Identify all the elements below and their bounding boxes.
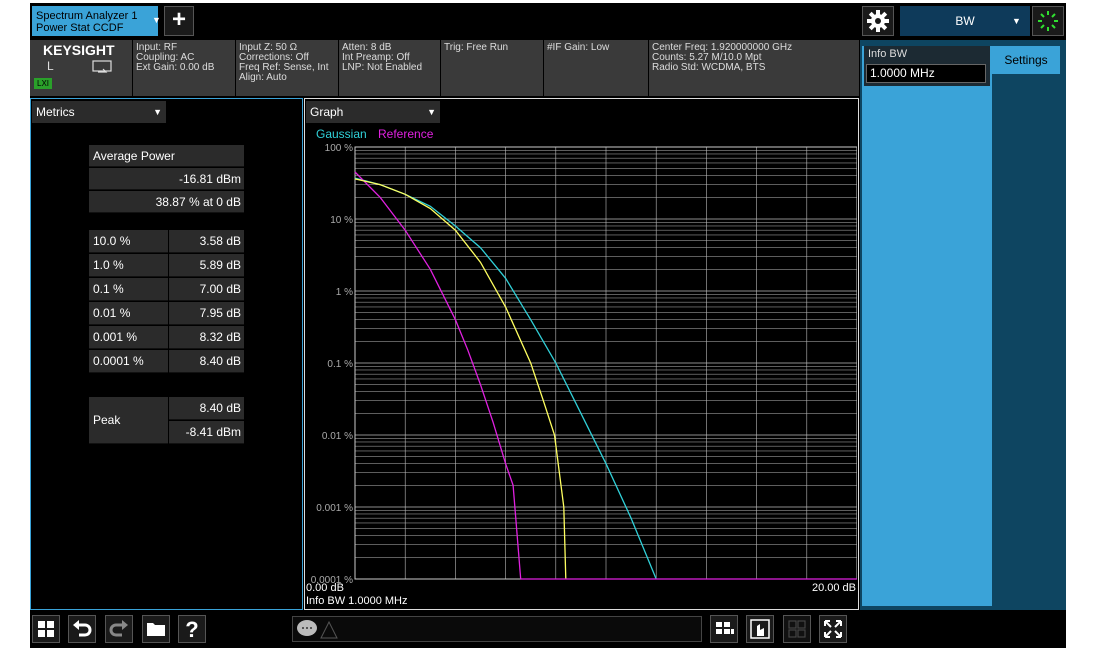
- y-tick-label: 0.01 %: [322, 431, 353, 442]
- help-icon[interactable]: ?: [178, 615, 206, 643]
- ccdf-row-db: 7.00 dB: [169, 278, 244, 301]
- metrics-dropdown-label: Metrics: [36, 105, 75, 119]
- maximize-icon[interactable]: [819, 615, 847, 643]
- metrics-panel: Metrics ▼ Average Power -16.81 dBm 38.87…: [30, 98, 303, 610]
- ccdf-plot[interactable]: 100 %10 %1 %0.1 %0.01 %0.001 %0.0001 %: [305, 99, 857, 608]
- gear-icon[interactable]: [862, 6, 894, 36]
- tab-subtitle: Power Stat CCDF: [36, 22, 124, 34]
- info-bw-label: Info BW: [868, 48, 908, 60]
- local-indicator: L: [47, 59, 54, 73]
- peak-label: Peak: [89, 397, 168, 444]
- ccdf-row-pct: 0.0001 %: [89, 350, 168, 373]
- folder-icon[interactable]: [142, 615, 170, 643]
- peak-db: 8.40 dB: [169, 397, 244, 420]
- ccdf-row-pct: 0.001 %: [89, 326, 168, 349]
- svg-text:?: ?: [185, 617, 198, 642]
- ccdf-row-db: 3.58 dB: [169, 230, 244, 253]
- multi-window-icon[interactable]: [783, 615, 811, 643]
- graph-panel: Graph ▼ Gaussian Reference 100 % 10 % 1 % 0…: [304, 98, 859, 610]
- ext-gain-text: Ext Gain: 0.00 dB: [136, 62, 215, 73]
- trig-status: Trig: Free Run: [441, 40, 543, 96]
- atten-status: Atten: 8 dB Int Preamp: Off LNP: Not Ena…: [339, 40, 440, 96]
- ccdf-row-pct: 0.01 %: [89, 302, 168, 325]
- tab-settings[interactable]: Settings: [992, 46, 1060, 74]
- menu-select[interactable]: BW: [900, 6, 1030, 36]
- trig-text: Trig: Free Run: [444, 42, 509, 53]
- chevron-down-icon[interactable]: ▼: [152, 15, 161, 25]
- ccdf-row-pct: 0.1 %: [89, 278, 168, 301]
- ccdf-row-db: 7.95 dB: [169, 302, 244, 325]
- busy-indicator-icon: [1032, 6, 1064, 36]
- tab-spectrum-analyzer[interactable]: Spectrum Analyzer 1 Power Stat CCDF: [32, 6, 158, 36]
- ccdf-row-db: 5.89 dB: [169, 254, 244, 277]
- peak-dbm: -8.41 dBm: [169, 421, 244, 444]
- chevron-down-icon[interactable]: ▼: [1012, 6, 1021, 36]
- menu-selected-label: BW: [955, 14, 975, 28]
- y-tick-label: 10 %: [330, 215, 353, 226]
- undo-icon[interactable]: [68, 615, 96, 643]
- message-bar[interactable]: [292, 616, 702, 642]
- x-start-label: 0.00 dB: [306, 582, 344, 594]
- input-status: Input: RF Coupling: AC Ext Gain: 0.00 dB: [133, 40, 235, 96]
- x-end-label: 20.00 dB: [811, 582, 856, 594]
- control-area: [862, 46, 992, 606]
- info-bw-footer: Info BW 1.0000 MHz: [306, 595, 408, 607]
- y-tick-label: 100 %: [325, 143, 353, 154]
- y-tick-label: 1 %: [336, 287, 353, 298]
- y-tick-label: 0.001 %: [316, 503, 353, 514]
- touch-icon[interactable]: [746, 615, 774, 643]
- lxi-badge: LXI: [34, 78, 53, 89]
- remote-icon: [92, 60, 112, 77]
- ccdf-row-pct: 1.0 %: [89, 254, 168, 277]
- bottom-toolbar: ?: [30, 612, 1066, 648]
- avg-power-pct: 38.87 % at 0 dB: [89, 191, 244, 213]
- avg-power-label: Average Power: [89, 145, 244, 167]
- radio-std-text: Radio Std: WCDMA, BTS: [652, 62, 766, 73]
- align-text: Align: Auto: [239, 72, 287, 83]
- ccdf-row-pct: 10.0 %: [89, 230, 168, 253]
- center-status: Center Freq: 1.920000000 GHz Counts: 5.2…: [649, 40, 859, 96]
- message-icon: [295, 618, 343, 643]
- inputz-status: Input Z: 50 Ω Corrections: Off Freq Ref:…: [236, 40, 338, 96]
- if-gain-text: #IF Gain: Low: [547, 42, 610, 53]
- y-tick-label: 0.1 %: [327, 359, 353, 370]
- chevron-down-icon: ▼: [153, 107, 162, 117]
- redo-icon[interactable]: [105, 615, 133, 643]
- lnp-text: LNP: Not Enabled: [342, 62, 423, 73]
- info-bw-control[interactable]: Info BW 1.0000 MHz: [864, 46, 990, 86]
- brand-logo: KEYSIGHT: [43, 42, 115, 58]
- metrics-dropdown[interactable]: Metrics ▼: [32, 101, 166, 123]
- windows-icon[interactable]: [32, 615, 60, 643]
- ccdf-row-db: 8.40 dB: [169, 350, 244, 373]
- tab-title: Spectrum Analyzer 1: [36, 10, 138, 22]
- brand-block: KEYSIGHT L LXI: [30, 40, 132, 96]
- add-screen-button[interactable]: +: [164, 6, 194, 36]
- info-bw-input[interactable]: 1.0000 MHz: [866, 64, 986, 83]
- ifgain-status: #IF Gain: Low: [544, 40, 648, 96]
- avg-power-dbm: -16.81 dBm: [89, 168, 244, 190]
- layout-icon[interactable]: [710, 615, 738, 643]
- analyzer-window: Spectrum Analyzer 1 Power Stat CCDF ▼ + …: [30, 3, 1066, 648]
- ccdf-row-db: 8.32 dB: [169, 326, 244, 349]
